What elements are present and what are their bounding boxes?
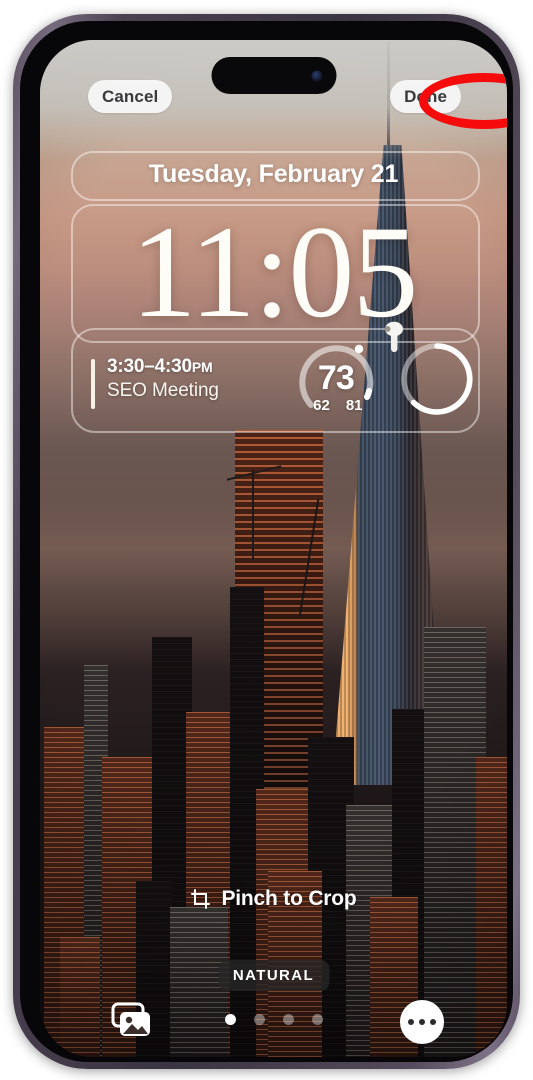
more-options-button[interactable] [400, 1000, 444, 1044]
lock-screen-clock[interactable]: 11:05 [71, 204, 476, 339]
pinch-to-crop-hint[interactable]: Pinch to Crop [40, 885, 507, 913]
calendar-event-time-period: PM [191, 358, 213, 375]
weather-range: 62 81 [295, 397, 381, 414]
calendar-event-title: SEO Meeting [107, 379, 219, 401]
widget-calendar[interactable]: 3:30–4:30PM SEO Meeting [91, 355, 289, 409]
weather-high: 81 [345, 396, 363, 414]
calendar-accent-bar [91, 358, 95, 409]
device-bezel: Cancel Done Tuesday, February 21 11:05 3… [20, 21, 513, 1062]
widget-weather-temperature[interactable]: 73 62 81 [295, 337, 391, 421]
page-dot-4[interactable] [311, 1014, 323, 1025]
wallpaper-style-badge[interactable]: NATURAL [217, 960, 330, 991]
widget-row: 3:30–4:30PM SEO Meeting 73 62 81 [71, 321, 476, 429]
page-dot-1[interactable] [224, 1014, 236, 1025]
weather-current-temp: 73 [317, 358, 355, 397]
page-dot-2[interactable] [253, 1014, 265, 1025]
pinch-to-crop-label: Pinch to Crop [221, 887, 357, 910]
crane-mast [252, 470, 254, 560]
editor-bottom-bar [40, 1000, 507, 1054]
lock-screen-date[interactable]: Tuesday, February 21 [71, 151, 476, 197]
ellipsis-dot [429, 1018, 437, 1026]
widget-battery-airpods[interactable] [384, 321, 476, 421]
calendar-event-time-range: 3:30–4:30 [107, 355, 192, 377]
page-dot-3[interactable] [282, 1014, 294, 1025]
iphone-device-frame: Cancel Done Tuesday, February 21 11:05 3… [13, 14, 520, 1069]
screenshot-stage: Cancel Done Tuesday, February 21 11:05 3… [0, 0, 533, 1080]
page-indicator-dots[interactable] [224, 1014, 323, 1025]
device-screen: Cancel Done Tuesday, February 21 11:05 3… [40, 40, 507, 1057]
dynamic-island [211, 57, 336, 94]
crop-icon [191, 888, 211, 909]
calendar-event-time: 3:30–4:30PM [107, 355, 289, 379]
weather-low: 62 [313, 396, 330, 414]
photo-library-button[interactable] [107, 1000, 157, 1044]
ellipsis-dot [407, 1018, 415, 1026]
cancel-button[interactable]: Cancel [88, 80, 173, 113]
photo-stack-icon [111, 1002, 150, 1036]
front-camera-icon [311, 70, 322, 81]
ellipsis-dot [418, 1018, 426, 1026]
airpod-icon [384, 321, 404, 352]
